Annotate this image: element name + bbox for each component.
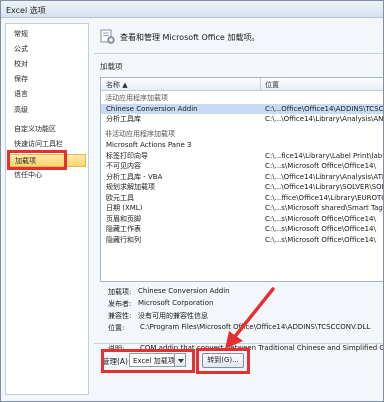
list-item[interactable]: 隐藏工作表 C:\...s\Microsoft Office\Office14\: [101, 224, 383, 235]
column-header-name[interactable]: 名称 ▲: [106, 80, 128, 90]
sidebar-item-advanced[interactable]: 高级: [6, 104, 88, 117]
addins-gear-icon: [100, 29, 115, 44]
separator: [94, 53, 383, 54]
red-arrow-icon: [225, 287, 275, 349]
group-header-inactive: 非活动应用程序加载项: [105, 130, 175, 138]
list-item[interactable]: 欧元工具 C:\...ffice\Office14\Library\EUROTO: [101, 193, 383, 204]
list-item[interactable]: 日期 (XML) C:\...s\Microsoft shared\Smart …: [101, 203, 383, 214]
sidebar-item-general[interactable]: 常规: [6, 28, 88, 41]
sidebar-item-proofing[interactable]: 校对: [6, 58, 88, 71]
list-item[interactable]: 不可见内容 C:\...s\Microsoft Office\Office14\: [101, 161, 383, 172]
column-header-location[interactable]: 位置: [265, 80, 279, 90]
sidebar-item-formulas[interactable]: 公式: [6, 43, 88, 56]
column-divider: [260, 78, 261, 91]
group-header-active: 活动应用程序加载项: [105, 94, 168, 102]
panel-header: 查看和管理 Microsoft Office 加载项。: [120, 33, 260, 42]
highlight-box-addins: [7, 150, 67, 170]
sidebar-item-save[interactable]: 保存: [6, 73, 88, 86]
list-item[interactable]: Microsoft Actions Pane 3: [101, 140, 383, 151]
sidebar-item-customize-ribbon[interactable]: 自定义功能区: [6, 123, 88, 136]
list-item[interactable]: 规划求解加载项 C:\...\Office14\Library\SOLVER\S…: [101, 182, 383, 193]
list-item[interactable]: 分析工具库 C:\...\Office14\Library\Analysis\A…: [101, 114, 383, 125]
list-item[interactable]: 标签打印向导 C:\...fice14\Library\Label Print\…: [101, 151, 383, 162]
list-item[interactable]: 页眉和页脚 C:\...s\Microsoft Office\Office14\: [101, 214, 383, 225]
highlight-box-manage: [101, 349, 195, 373]
options-sidebar: 常规 公式 校对 保存 语言 高级 自定义功能区 快速访问工具栏 加载项 信任中…: [5, 23, 89, 395]
sidebar-item-language[interactable]: 语言: [6, 88, 88, 101]
list-item[interactable]: Chinese Conversion Addin C:\...Office\Of…: [101, 103, 383, 114]
list-item[interactable]: 分析工具库 - VBA C:\...\Office14\Library\Anal…: [101, 172, 383, 183]
section-title: 加载项: [100, 62, 123, 71]
sidebar-item-trust-center[interactable]: 信任中心: [6, 169, 88, 182]
excel-options-window: Excel 选项 常规 公式 校对 保存 语言 高级 自定义功能区 快速访问工具…: [0, 0, 384, 402]
title-bar: Excel 选项: [1, 1, 383, 18]
list-header: 名称 ▲ 位置: [101, 78, 383, 91]
window-title: Excel 选项: [6, 6, 46, 15]
addins-list[interactable]: 名称 ▲ 位置 活动应用程序加载项 Chinese Conversion Add…: [100, 77, 383, 282]
list-item[interactable]: 隐藏行和列 C:\...s\Microsoft Office\Office14\: [101, 235, 383, 246]
